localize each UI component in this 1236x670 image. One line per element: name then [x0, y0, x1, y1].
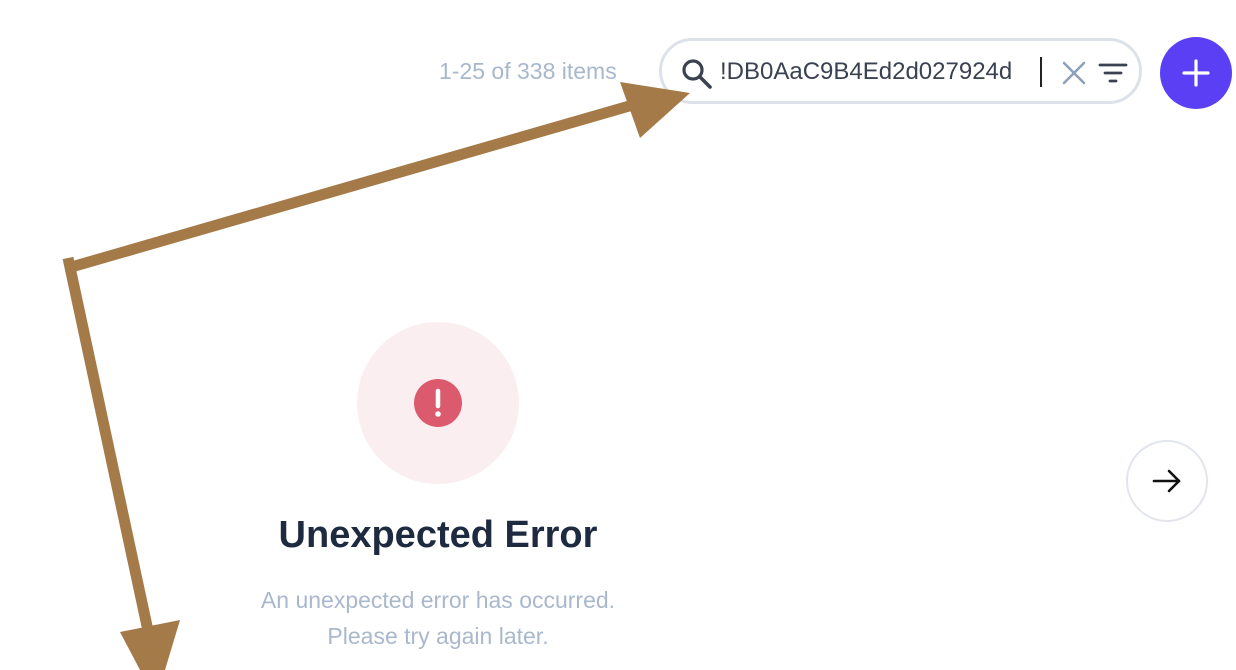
text-caret	[1040, 57, 1042, 87]
arrow-right-icon	[1152, 469, 1181, 493]
page: 1-25 of 338 items Unexpected Err	[0, 0, 1236, 670]
annotation-arrow-line-to-search	[66, 94, 652, 274]
plus-icon	[1182, 59, 1210, 87]
search-box[interactable]	[659, 38, 1142, 104]
error-title: Unexpected Error	[278, 514, 598, 556]
error-icon-container	[357, 322, 519, 484]
search-input[interactable]	[720, 51, 1042, 93]
search-icon	[682, 59, 712, 89]
exclamation-icon	[414, 379, 462, 427]
error-message: An unexpected error has occurred. Please…	[138, 582, 738, 654]
filter-icon[interactable]	[1098, 61, 1128, 85]
close-icon[interactable]	[1060, 59, 1088, 87]
item-count: 1-25 of 338 items	[439, 58, 617, 84]
error-message-line-2: Please try again later.	[327, 623, 549, 649]
add-button[interactable]	[1160, 37, 1232, 109]
next-button[interactable]	[1126, 440, 1208, 522]
error-message-line-1: An unexpected error has occurred.	[260, 587, 616, 613]
